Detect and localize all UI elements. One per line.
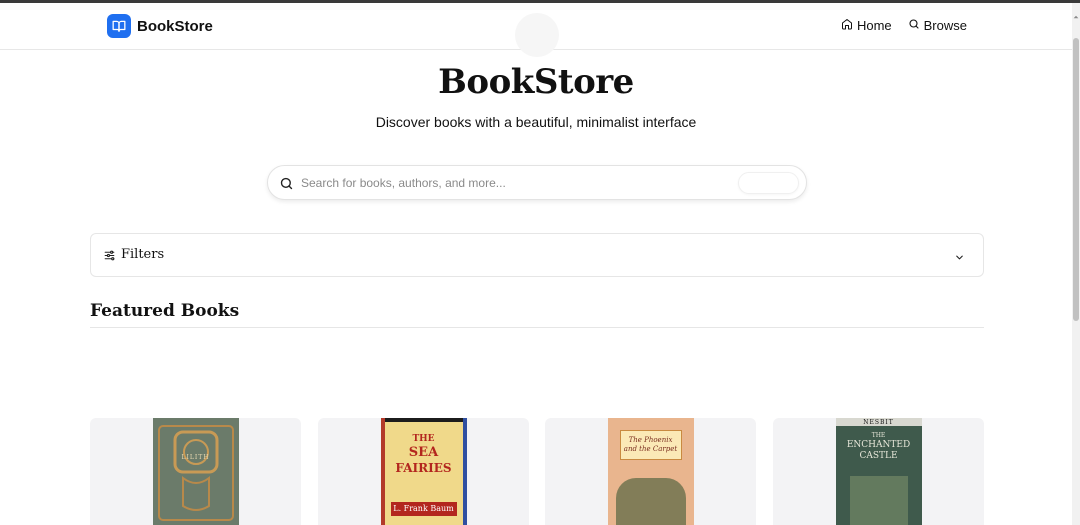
cover-author: NESBIT: [863, 419, 894, 426]
book-cover: The Phoenix and the Carpet: [607, 418, 694, 525]
cover-title-line: CASTLE: [859, 451, 898, 461]
page-scrollbar[interactable]: [1072, 3, 1080, 525]
page-subtitle: Discover books with a beautiful, minimal…: [375, 114, 697, 130]
brand-name: BookStore: [137, 17, 213, 35]
nav-home-label: Home: [856, 18, 892, 33]
sliders-icon: [103, 249, 116, 267]
nav-links: Home Browse: [841, 18, 967, 33]
book-cover: THE SEA FAIRIES L. Frank Baum: [380, 418, 467, 525]
search-input[interactable]: [301, 173, 721, 193]
search-bar: [267, 165, 807, 200]
search-submit-button[interactable]: [738, 172, 799, 194]
chevron-down-icon: [954, 250, 965, 268]
book-card[interactable]: LILITH: [90, 418, 301, 525]
book-card[interactable]: NESBIT THE ENCHANTED CASTLE: [773, 418, 984, 525]
top-navbar: BookStore Home Browse: [0, 3, 1072, 57]
search-icon: [908, 18, 920, 33]
scroll-up-arrow-icon[interactable]: [1073, 7, 1079, 19]
book-card[interactable]: The Phoenix and the Carpet: [545, 418, 756, 525]
search-icon: [279, 176, 294, 196]
cover-title-line: ENCHANTED: [846, 440, 911, 450]
cover-title-line: THE: [871, 432, 886, 439]
cover-title-line: SEA: [408, 445, 439, 460]
home-icon: [841, 18, 853, 33]
scrollbar-thumb[interactable]: [1073, 38, 1079, 321]
filters-panel-toggle[interactable]: Filters: [90, 233, 984, 277]
brand-link[interactable]: BookStore: [107, 14, 213, 38]
nav-browse-link[interactable]: Browse: [908, 18, 967, 33]
nav-home-link[interactable]: Home: [841, 18, 892, 33]
book-cover: LILITH: [152, 418, 239, 525]
cover-title-line: and the Carpet: [623, 445, 678, 453]
cover-title-line: FAIRIES: [395, 461, 452, 475]
book-cover: NESBIT THE ENCHANTED CASTLE: [835, 418, 922, 525]
featured-books-heading: Featured Books: [90, 301, 240, 321]
cover-author: L. Frank Baum: [393, 504, 454, 513]
cover-title-line: The Phoenix: [628, 436, 673, 444]
section-divider: [90, 327, 984, 328]
cover-title: LILITH: [181, 454, 210, 461]
book-card[interactable]: THE SEA FAIRIES L. Frank Baum: [318, 418, 529, 525]
page-title: BookStore: [438, 62, 634, 102]
filters-label: Filters: [121, 247, 165, 262]
cover-title-line: THE: [412, 434, 435, 444]
nav-browse-label: Browse: [923, 18, 967, 33]
decorative-circle: [515, 13, 559, 57]
open-book-icon: [107, 14, 131, 38]
